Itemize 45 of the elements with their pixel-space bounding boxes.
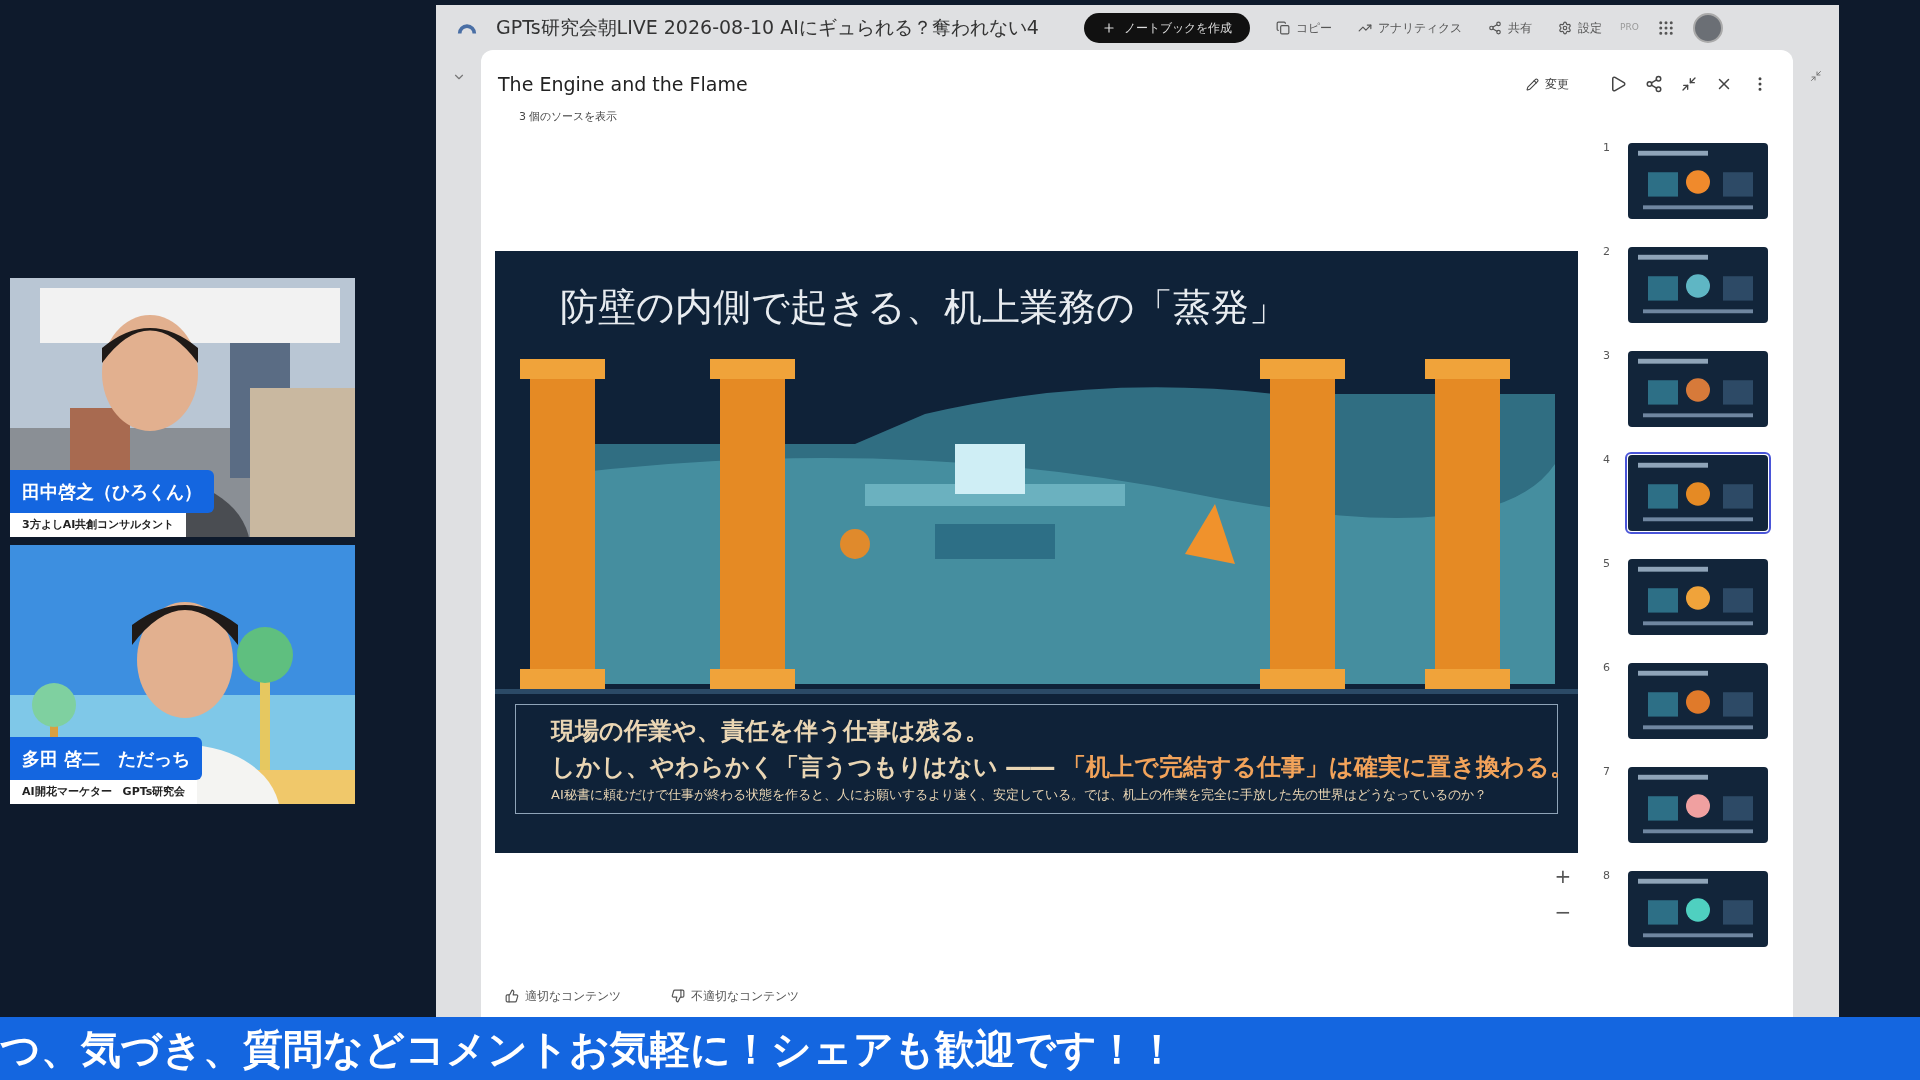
- speaker-name: 多田 啓二 ただっち: [10, 736, 203, 780]
- speaker-role: 3方よしAI共創コンサルタント: [10, 512, 187, 537]
- speaker-name: 田中啓之（ひろくん）: [10, 469, 214, 513]
- apps-icon[interactable]: [1656, 18, 1675, 37]
- toolbar-button[interactable]: 設定: [1558, 18, 1602, 37]
- settings-icon: [1558, 20, 1572, 35]
- slide-number: 4: [1603, 452, 1611, 468]
- notebook-title: GPTs研究会朝LIVE 2026-08-10 AIにギュられる？奪われない4: [496, 15, 1040, 41]
- copy-icon: [1276, 20, 1290, 35]
- slide-number: 5: [1603, 556, 1611, 572]
- toolbar-button[interactable]: 共有: [1488, 18, 1532, 37]
- collapse-icon: [1810, 70, 1822, 82]
- slide-title: 防壁の内側で起きる、机上業務の「蒸発」: [560, 284, 1288, 331]
- zoom-button[interactable]: +: [1551, 865, 1575, 887]
- caption-emphasis: 「机上で完結する仕事」は確実に置き換わる。: [1062, 752, 1575, 783]
- slide-number: 3: [1603, 348, 1611, 364]
- caption-text: しかし、やわらかく「言うつもりはない ――: [551, 752, 1055, 783]
- plan-label: PRO: [1620, 20, 1639, 34]
- zoom-button[interactable]: −: [1551, 901, 1575, 923]
- collapse-icon[interactable]: [1681, 76, 1697, 93]
- caption-text: 現場の作業や、責任を伴う仕事は残る。: [551, 716, 990, 747]
- slide-number: 7: [1603, 764, 1611, 780]
- share-icon[interactable]: [1645, 75, 1663, 94]
- thumbs-up-icon: [505, 989, 519, 1003]
- thumbs-down-icon: [671, 989, 685, 1003]
- play-icon[interactable]: [1609, 75, 1627, 94]
- create-notebook-button[interactable]: ノートブックを作成: [1084, 12, 1250, 43]
- speaker-role: AI開花マーケター GPTs研究会: [10, 779, 198, 804]
- feedback-button[interactable]: 適切なコンテンツ: [505, 987, 621, 1005]
- toolbar-button[interactable]: コピー: [1276, 18, 1332, 37]
- edit-button[interactable]: 変更: [1526, 75, 1569, 94]
- comment-banner: つ、気づき、質問などコメントお気軽に！シェアも歓迎です！！: [0, 1017, 1920, 1080]
- slide-number: 8: [1603, 868, 1611, 884]
- viewer-title: The Engine and the Flame: [498, 72, 748, 97]
- plus-icon: [1102, 20, 1116, 35]
- slide-number: 6: [1603, 660, 1611, 676]
- pencil-icon: [1526, 77, 1539, 91]
- feedback-button[interactable]: 不適切なコンテンツ: [671, 987, 799, 1005]
- caption-note: AI秘書に頼むだけで仕事が終わる状態を作ると、人にお願いするより速く、安定している。では、机上の作業を完全に手放した先の世界はどうなっているのか？: [551, 786, 1488, 804]
- slide-number: 2: [1603, 244, 1611, 260]
- avatar[interactable]: [1692, 12, 1723, 43]
- share-icon: [1488, 20, 1502, 35]
- toolbar-button[interactable]: アナリティクス: [1358, 18, 1462, 37]
- slide-number: 1: [1603, 140, 1611, 156]
- sources-link[interactable]: 3 個のソースを表示: [519, 108, 618, 125]
